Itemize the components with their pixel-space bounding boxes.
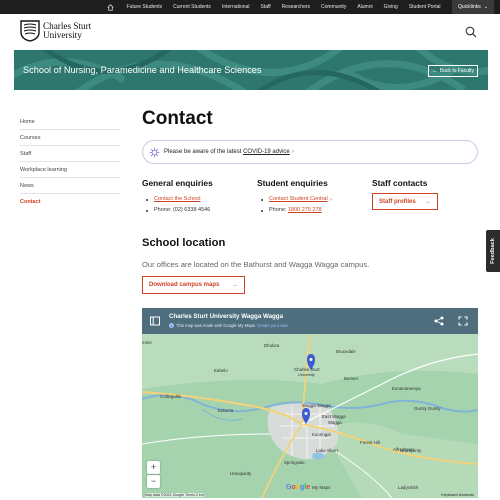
school-location-heading: School location bbox=[142, 237, 226, 249]
general-enquiries-heading: General enquiries bbox=[142, 178, 213, 188]
nav-link-international[interactable]: International bbox=[216, 4, 255, 10]
sidenav-item-home[interactable]: Home bbox=[20, 114, 120, 130]
map-label: Wagga bbox=[328, 420, 342, 425]
map-label: Eunanoreenya bbox=[392, 386, 421, 391]
map-label: Alfredtown bbox=[393, 447, 414, 452]
nav-link-giving[interactable]: Giving bbox=[378, 4, 403, 10]
staff-contacts-heading: Staff contacts bbox=[372, 178, 428, 188]
covid-alert: Please be aware of the latest COVID-19 a… bbox=[142, 140, 478, 164]
contact-school-link[interactable]: Contact the School bbox=[154, 194, 200, 205]
map-label: Forest Hill bbox=[360, 440, 380, 445]
side-navigation: Home Courses Staff Workplace learning Ne… bbox=[20, 114, 120, 210]
logo-line-2: University bbox=[43, 30, 82, 40]
alert-text: Please be aware of the latest bbox=[164, 149, 244, 155]
map-label: University bbox=[298, 373, 315, 377]
quicklinks-dropdown[interactable]: Quicklinks ⌄ bbox=[452, 0, 494, 14]
list-item: Contact Student Central ↗ bbox=[257, 194, 332, 205]
map-label: mme bbox=[142, 340, 152, 345]
search-icon bbox=[465, 26, 477, 38]
feedback-tab[interactable]: Feedback bbox=[486, 230, 500, 272]
sidenav-item-courses[interactable]: Courses bbox=[20, 130, 120, 146]
home-icon[interactable] bbox=[105, 0, 115, 14]
feedback-label: Feedback bbox=[490, 238, 496, 264]
map-title: Charles Sturt University Wagga Wagga bbox=[169, 313, 284, 320]
page-banner: School of Nursing, Paramedicine and Heal… bbox=[14, 50, 488, 90]
location-text: Our offices are located on the Bathurst … bbox=[142, 260, 370, 269]
map-label: Springvale bbox=[284, 460, 305, 465]
university-logo[interactable]: Charles Sturt University bbox=[20, 20, 91, 42]
embedded-map[interactable]: Charles Sturt University Wagga Wagga i Th… bbox=[142, 308, 478, 498]
student-phone-label: Phone: bbox=[269, 207, 287, 213]
chevron-down-icon: ⌄ bbox=[483, 4, 488, 10]
map-label: Brucedale bbox=[336, 349, 356, 354]
map-label: Lake Albert bbox=[316, 448, 338, 453]
general-enquiries-list: Contact the School Phone: (02) 6338 4546 bbox=[142, 194, 210, 216]
map-label: Collingullie bbox=[160, 394, 182, 399]
student-enquiries-list: Contact Student Central ↗ Phone: 1800 275… bbox=[257, 194, 332, 216]
map-label: Wagga Wagga bbox=[302, 403, 331, 408]
map-label: Gumly Gumly bbox=[414, 406, 441, 411]
fullscreen-icon[interactable] bbox=[458, 316, 468, 326]
crest-icon bbox=[20, 20, 40, 42]
external-link-icon: ↗ bbox=[290, 149, 295, 154]
back-to-faculty-button[interactable]: ← Back to Faculty bbox=[427, 65, 478, 77]
create-map-link[interactable]: Create your own. bbox=[257, 323, 289, 328]
staff-profiles-label: Staff profiles bbox=[379, 198, 416, 205]
nav-link-staff[interactable]: Staff bbox=[255, 4, 276, 10]
map-label: Bomen bbox=[344, 376, 358, 381]
map-label: Uranquinty bbox=[230, 471, 252, 476]
map-label: Dhulura bbox=[264, 343, 280, 348]
keyboard-shortcuts-link[interactable]: Keyboard shortcuts bbox=[441, 493, 474, 497]
sidenav-item-workplace-learning[interactable]: Workplace learning bbox=[20, 162, 120, 178]
map-terrain bbox=[142, 334, 478, 498]
map-header: Charles Sturt University Wagga Wagga i Th… bbox=[142, 308, 478, 334]
virus-icon bbox=[149, 147, 160, 157]
banner-title: School of Nursing, Paramedicine and Heal… bbox=[23, 65, 262, 75]
map-footer: Map data ©2021 Google Terms 2 km Keyboar… bbox=[142, 490, 478, 498]
list-item: Contact the School bbox=[142, 194, 210, 205]
zoom-in-button[interactable]: + bbox=[147, 461, 160, 474]
student-phone-link[interactable]: 1800 275 278 bbox=[288, 205, 322, 216]
sidenav-item-staff[interactable]: Staff bbox=[20, 146, 120, 162]
nav-link-researchers[interactable]: Researchers bbox=[276, 4, 315, 10]
arrow-left-icon: ← bbox=[431, 67, 438, 74]
external-link-icon: ↗ bbox=[328, 197, 333, 202]
general-phone: Phone: (02) 6338 4546 bbox=[154, 207, 211, 213]
list-item: Phone: (02) 6338 4546 bbox=[142, 205, 210, 216]
nav-link-alumni[interactable]: Alumni bbox=[352, 4, 378, 10]
nav-link-community[interactable]: Community bbox=[316, 4, 352, 10]
list-item: Phone: 1800 275 278 bbox=[257, 205, 332, 216]
download-maps-label: Download campus maps bbox=[149, 282, 220, 288]
map-label: Euberta bbox=[218, 408, 234, 413]
search-button[interactable] bbox=[464, 25, 478, 39]
share-icon[interactable] bbox=[434, 316, 444, 326]
map-label: Charles Sturt bbox=[294, 367, 320, 372]
sidenav-item-contact[interactable]: Contact bbox=[20, 194, 120, 210]
utility-bar: Future Students Current Students Interna… bbox=[0, 0, 500, 14]
back-label: Back to Faculty bbox=[439, 68, 474, 74]
map-legend-icon[interactable] bbox=[150, 316, 160, 326]
arrow-right-icon: → bbox=[425, 198, 431, 205]
quicklinks-label: Quicklinks bbox=[458, 4, 481, 10]
map-label: East Wagga bbox=[322, 414, 346, 419]
nav-link-student-portal[interactable]: Student Portal bbox=[403, 4, 446, 10]
site-header: Charles Sturt University bbox=[0, 14, 500, 48]
info-icon: i bbox=[169, 323, 174, 328]
contact-student-central-link[interactable]: Contact Student Central bbox=[269, 194, 328, 205]
student-enquiries-heading: Student enquiries bbox=[257, 178, 328, 188]
covid-advice-link[interactable]: COVID-19 advice bbox=[243, 149, 290, 155]
sidenav-item-news[interactable]: News bbox=[20, 178, 120, 194]
map-label: Kooringal bbox=[312, 432, 331, 437]
staff-profiles-button[interactable]: Staff profiles → bbox=[372, 193, 438, 210]
arrow-right-icon: → bbox=[232, 282, 238, 288]
download-campus-maps-button[interactable]: Download campus maps → bbox=[142, 276, 245, 294]
nav-link-future-students[interactable]: Future Students bbox=[121, 4, 168, 10]
map-attribution[interactable]: Map data ©2021 Google Terms 2 km bbox=[145, 493, 204, 497]
map-subtitle: This map was made with Google My Maps. bbox=[176, 323, 257, 328]
page-title: Contact bbox=[142, 108, 213, 129]
zoom-out-button[interactable]: − bbox=[147, 475, 160, 488]
map-label: Eubelo bbox=[214, 368, 228, 373]
nav-link-current-students[interactable]: Current Students bbox=[168, 4, 217, 10]
